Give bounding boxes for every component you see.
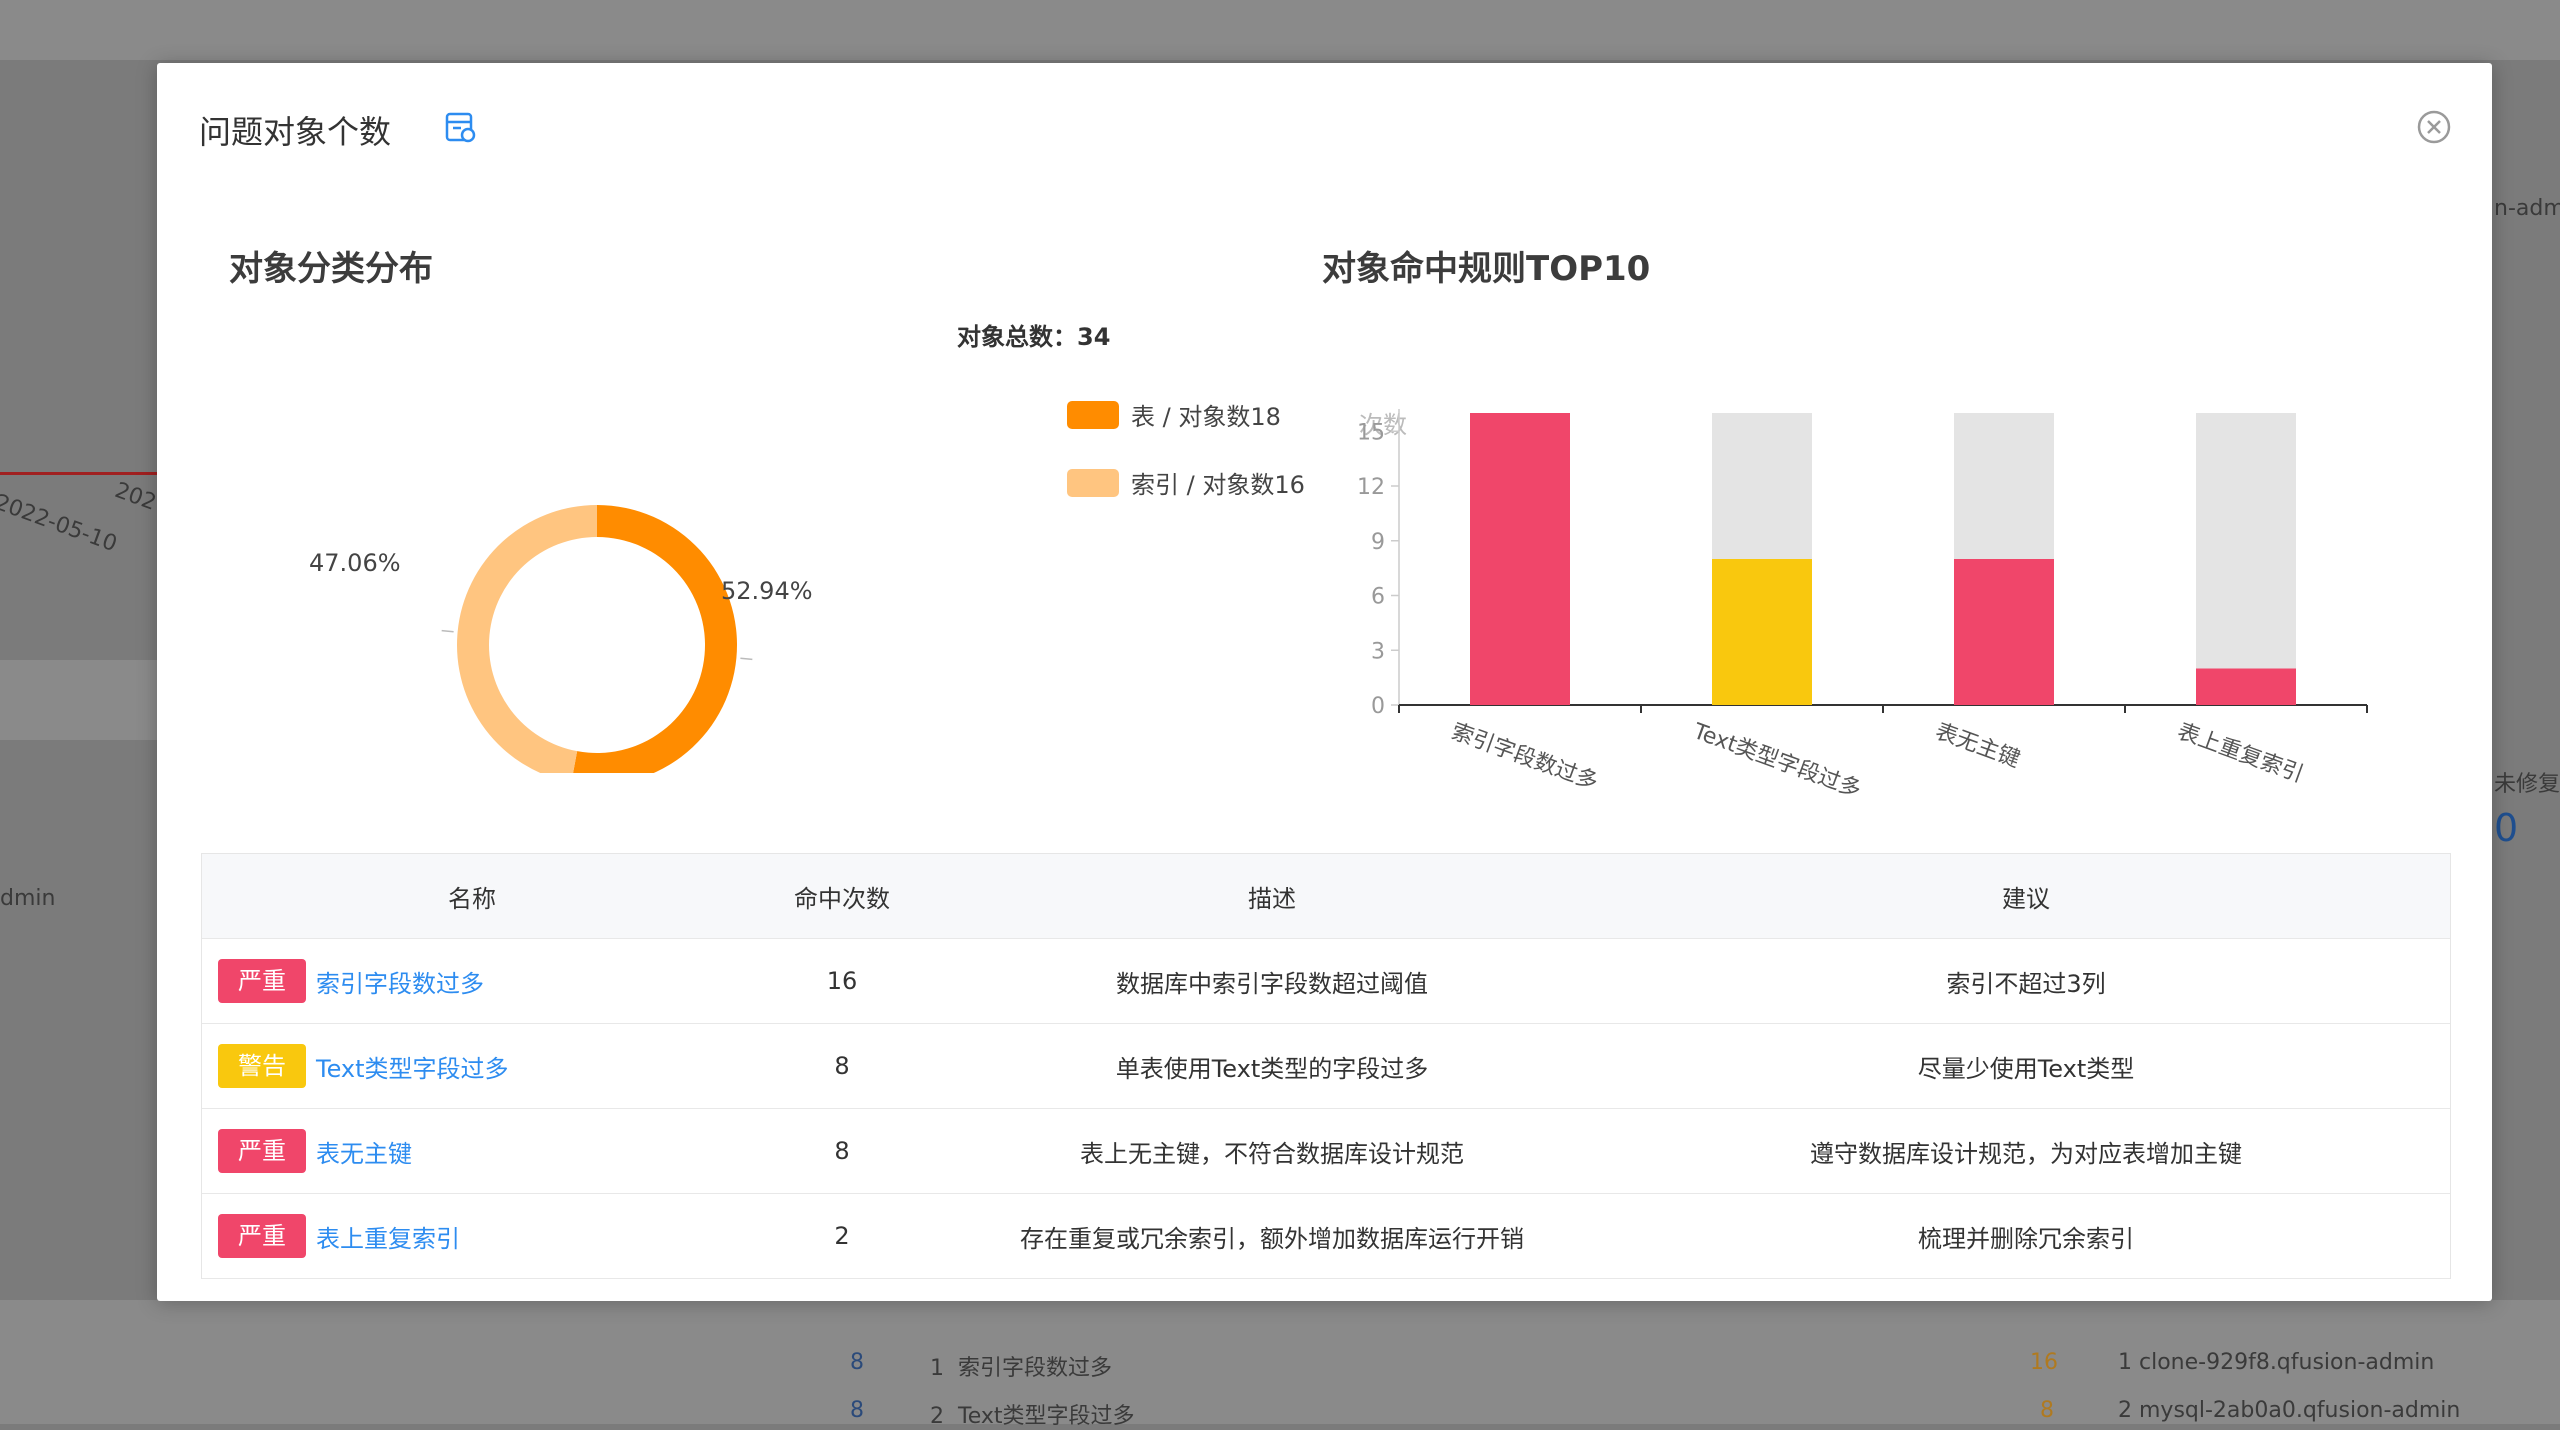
bg-list-count: 8 [850,1350,864,1375]
rules-table: 名称 命中次数 描述 建议 严重 索引字段数过多 16 数据库中索引字段数超过阈… [201,853,2451,1279]
bg-row-strip [0,660,157,740]
rule-name-cell: 警告 Text类型字段过多 [202,1044,742,1088]
header-desc: 描述 [1248,884,1296,913]
legend-item-index[interactable]: 索引 / 对象数16 [1067,465,1305,500]
header-name: 名称 [448,884,496,913]
rule-advice: 梳理并删除冗余索引 [1918,1224,2134,1253]
total-objects: 对象总数：34 [957,323,1111,351]
bar-background [2196,413,2296,705]
bg-date-label: 2022-05-10 [0,490,121,558]
hit-count: 8 [834,1052,850,1080]
pie-section-title: 对象分类分布 [229,249,433,289]
rule-link[interactable]: Text类型字段过多 [316,1049,509,1084]
rule-name-cell: 严重 表无主键 [202,1129,742,1173]
table-row: 严重 表无主键 8 表上无主键，不符合数据库设计规范 遵守数据库设计规范，为对应… [202,1109,2450,1194]
rule-name-cell: 严重 索引字段数过多 [202,959,742,1003]
rule-advice: 尽量少使用Text类型 [1917,1054,2135,1083]
hit-count: 16 [826,967,858,995]
bar[interactable] [1712,559,1812,705]
table-row: 警告 Text类型字段过多 8 单表使用Text类型的字段过多 尽量少使用Tex… [202,1024,2450,1109]
legend-label: 索引 / 对象数16 [1131,471,1305,499]
header-count: 命中次数 [794,884,890,913]
table-header: 名称 命中次数 描述 建议 [202,854,2450,939]
rule-advice: 索引不超过3列 [1946,969,2106,998]
bg-unfixed-count: 0 [2494,806,2519,850]
hit-count: 8 [834,1137,850,1165]
bg-mid-count: 16 [2030,1350,2058,1375]
bg-list-item: 2 Text类型字段过多 [930,1404,1135,1429]
x-tick-label: 索引字段数过多 [1448,719,1601,795]
rule-advice: 遵守数据库设计规范，为对应表增加主键 [1810,1139,2242,1168]
bg-header-strip [0,0,2560,60]
pie-leader-line [441,629,454,633]
bg-chart-line [0,472,157,475]
severity-badge: 严重 [218,1214,306,1258]
rule-link[interactable]: 索引字段数过多 [316,964,484,999]
y-tick-label: 6 [1371,585,1385,610]
rule-desc: 存在重复或冗余索引，额外增加数据库运行开销 [1020,1224,1524,1253]
severity-badge: 严重 [218,1129,306,1173]
bg-list-count: 8 [850,1398,864,1423]
legend-item-table[interactable]: 表 / 对象数18 [1067,397,1281,432]
bg-mid-count: 8 [2040,1398,2054,1423]
bar[interactable] [1470,413,1570,705]
pie-slice[interactable] [571,505,737,773]
problem-objects-modal: 问题对象个数 对象分类分布 对象总数：34 52.94% 47.06% 表 / … [157,63,2492,1301]
header-advice: 建议 [2002,884,2050,913]
rule-link[interactable]: 表无主键 [316,1134,412,1169]
close-circle-icon[interactable] [2416,109,2452,145]
y-tick-label: 12 [1357,475,1385,500]
pie-slice[interactable] [457,505,597,773]
bg-admin-left: dmin [0,886,56,911]
legend-swatch [1067,468,1119,497]
bg-date-label-2: 202 [111,478,160,516]
rule-link[interactable]: 表上重复索引 [316,1219,460,1254]
bg-admin-right: n-adm [2494,196,2560,221]
report-icon[interactable] [444,111,478,145]
pie-leader-line [740,657,753,661]
x-tick-label: 表上重复索引 [2174,719,2307,788]
bg-instance-item: 2 mysql-2ab0a0.qfusion-admin [2118,1398,2461,1423]
bg-list-item: 1 索引字段数过多 [930,1356,1113,1381]
rule-desc: 单表使用Text类型的字段过多 [1115,1054,1429,1083]
pie-percent-label: 47.06% [309,549,401,577]
legend-swatch [1067,400,1119,429]
pie-percent-label: 52.94% [721,577,813,605]
severity-badge: 警告 [218,1044,306,1088]
modal-title: 问题对象个数 [199,113,392,151]
legend-label: 表 / 对象数18 [1131,403,1281,431]
rule-desc: 表上无主键，不符合数据库设计规范 [1080,1139,1464,1168]
severity-badge: 严重 [218,959,306,1003]
y-tick-label: 15 [1357,420,1385,445]
bar[interactable] [1954,559,2054,705]
y-tick-label: 9 [1371,530,1385,555]
y-tick-label: 0 [1371,694,1385,719]
x-tick-label: Text类型字段过多 [1689,719,1864,803]
x-tick-label: 表无主键 [1932,719,2023,773]
hit-count: 2 [834,1222,850,1250]
bar-chart: 次数03691215索引字段数过多 Text类型字段过多 表无主键 表上重复索引 [1357,409,2368,803]
table-row: 严重 索引字段数过多 16 数据库中索引字段数超过阈值 索引不超过3列 [202,939,2450,1024]
y-tick-label: 3 [1371,639,1385,664]
bg-instance-item: 1 clone-929f8.qfusion-admin [2118,1350,2435,1375]
rule-desc: 数据库中索引字段数超过阈值 [1116,969,1428,998]
rule-name-cell: 严重 表上重复索引 [202,1214,742,1258]
bar[interactable] [2196,668,2296,706]
bar-section-title: 对象命中规则TOP10 [1322,249,1651,289]
bg-unfixed-label: 未修复 [2494,772,2560,797]
table-row: 严重 表上重复索引 2 存在重复或冗余索引，额外增加数据库运行开销 梳理并删除冗… [202,1194,2450,1279]
